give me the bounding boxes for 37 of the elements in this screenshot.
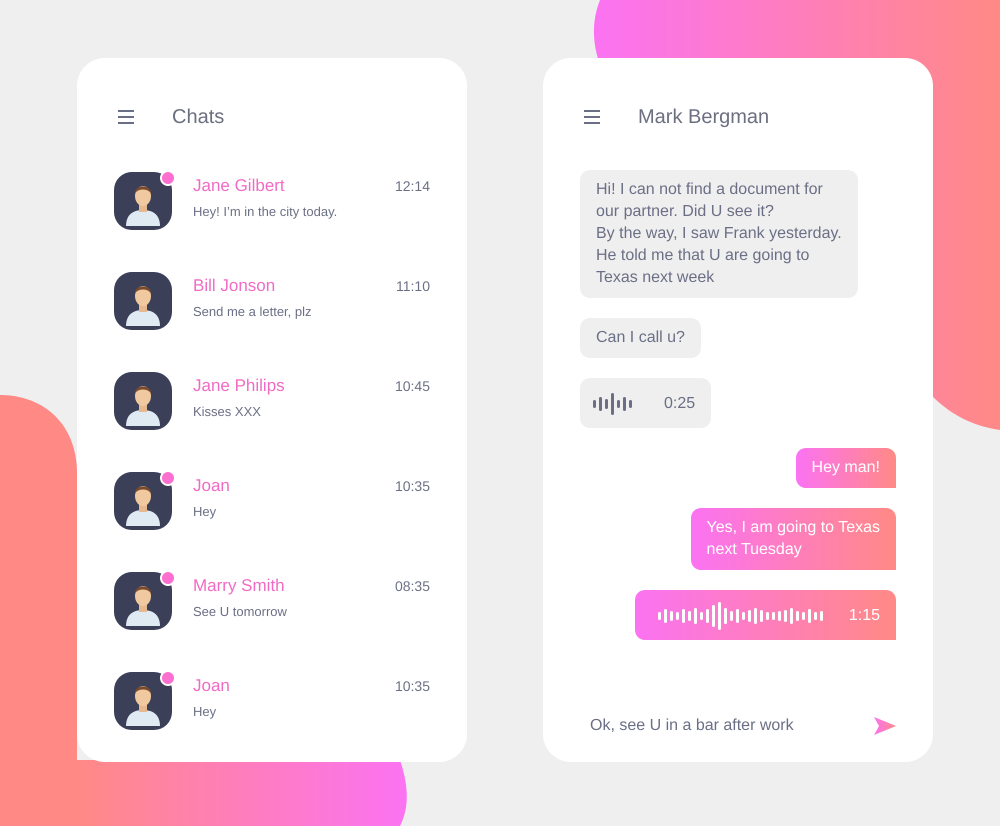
contact-name[interactable]: Marry Smith (193, 576, 285, 596)
message-bubble: Hey man! (796, 448, 896, 488)
voice-message[interactable]: 1:15 (634, 590, 896, 640)
avatar-icon (114, 572, 172, 630)
message-time: 11:10 (396, 278, 430, 294)
message-preview: Hey! I’m in the city today. (193, 204, 338, 219)
avatar-icon (114, 672, 172, 730)
menu-icon[interactable] (118, 110, 134, 124)
message-input[interactable]: Ok, see U in a bar after work (590, 717, 850, 735)
message-bubble: Yes, I am going to Texas next Tuesday (690, 508, 896, 570)
message-preview: Send me a letter, plz (193, 304, 313, 319)
voice-duration: 0:25 (664, 394, 696, 414)
message-time: 10:45 (394, 378, 430, 394)
contact-name[interactable]: Joan (193, 676, 230, 696)
contact-name[interactable]: Jane Philips (193, 376, 285, 396)
avatar-icon (114, 472, 172, 530)
contact-name[interactable]: Joan (193, 476, 230, 496)
voice-duration: 1:15 (848, 606, 880, 626)
message-bubble: Can I call u? (580, 318, 701, 358)
message-preview: See U tomorrow (193, 604, 288, 619)
waveform-icon (592, 390, 634, 418)
message-time: 10:35 (394, 478, 430, 494)
message-preview: Kisses XXX (193, 404, 262, 419)
message-preview: Hey (193, 504, 218, 519)
message-time: 08:35 (394, 578, 430, 594)
waveform-icon (656, 602, 825, 630)
voice-message[interactable]: 0:25 (580, 378, 712, 428)
message-time: 12:14 (394, 178, 430, 194)
contact-name[interactable]: Bill Jonson (193, 276, 276, 296)
menu-icon[interactable] (584, 110, 600, 124)
contact-name[interactable]: Jane Gilbert (193, 176, 285, 196)
message-bubble: Hi! I can not find a document for our partner. Did U see it? By the way, I saw Frank yesterday. He told me that U are going to Texas next week (580, 170, 858, 298)
chats-title: Chats (172, 106, 224, 128)
avatar-icon (114, 172, 172, 230)
contact-title: Mark Bergman (638, 106, 770, 128)
message-time: 10:35 (394, 678, 430, 694)
message-preview: Hey (193, 704, 218, 719)
